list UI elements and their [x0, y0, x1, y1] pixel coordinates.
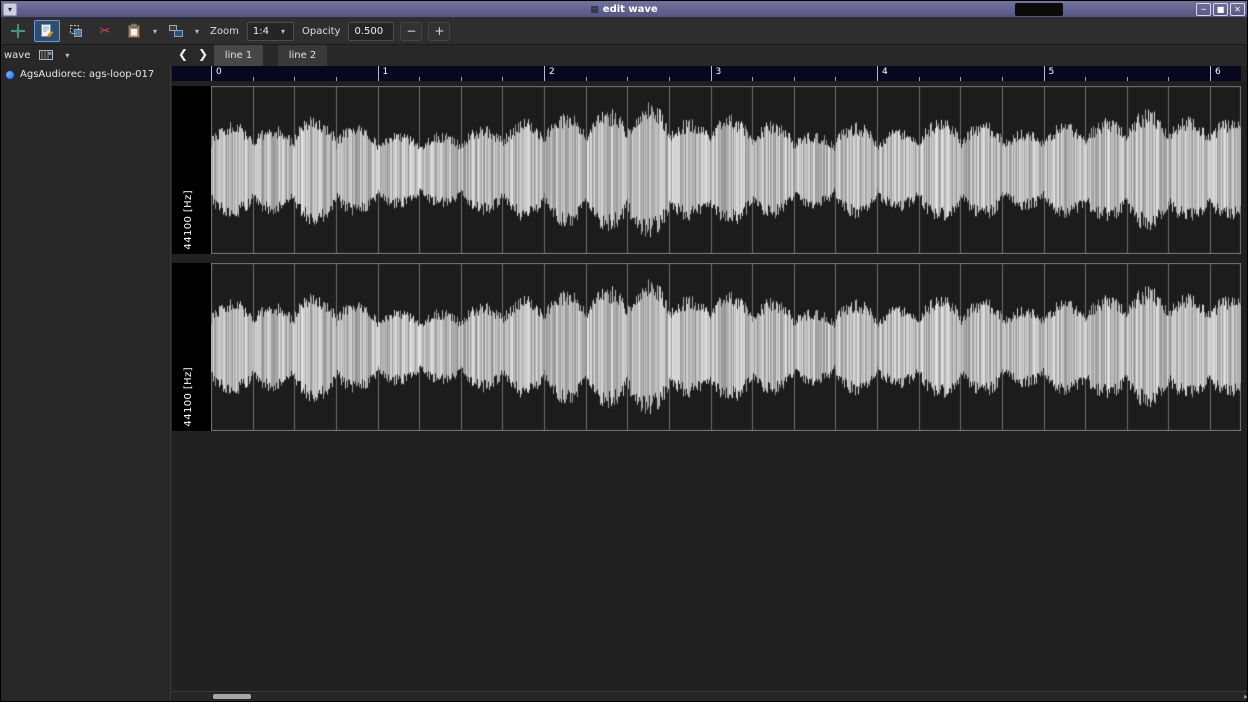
ruler-minor-tick — [502, 77, 503, 81]
ruler-minor-tick — [1085, 77, 1086, 81]
tool-popup-icon — [168, 23, 184, 39]
ruler-minor-tick — [419, 77, 420, 81]
window-title: edit wave — [603, 4, 658, 15]
ruler-minor-tick — [461, 77, 462, 81]
scroll-right-arrow-icon[interactable]: ▸ — [1244, 692, 1248, 701]
ruler-minor-tick — [752, 77, 753, 81]
cut-icon: ✂ — [100, 24, 111, 39]
ruler-minor-tick — [960, 77, 961, 81]
paste-dropdown-icon[interactable]: ▾ — [150, 27, 160, 36]
nav-back-button[interactable]: ❮ — [175, 47, 191, 61]
opacity-value: 0.500 — [354, 26, 383, 37]
ruler-major-tick — [1044, 66, 1045, 81]
ruler-major-tick — [544, 66, 545, 81]
wave-label: wave — [4, 50, 30, 61]
machine-radio-label: AgsAudiorec: ags-loop-017 — [20, 69, 154, 80]
wave-selector-controls: wave ▾ — [4, 47, 72, 63]
minimize-button[interactable]: ─ — [1196, 3, 1211, 16]
scrollbar-thumb[interactable] — [213, 694, 251, 699]
edit-toolbar: ✂ ▾ ▾ Zoom 1:4 ▾ Opacity 0.500 − + — [1, 18, 1247, 45]
ruler-minor-tick — [336, 77, 337, 81]
nav-forward-button[interactable]: ❯ — [195, 47, 211, 61]
opacity-decrement-button[interactable]: − — [400, 22, 422, 41]
ruler-tick-label: 1 — [383, 67, 389, 77]
titlebar-dark-patch — [1015, 3, 1063, 16]
ruler-minor-tick — [919, 77, 920, 81]
window-controls: ─ ■ ✕ — [1196, 3, 1245, 16]
tab-line-2[interactable]: line 2 — [278, 45, 327, 66]
channel-1-label-strip: 44100 [Hz] — [172, 263, 211, 431]
edit-tool-button[interactable] — [34, 20, 60, 42]
ruler-major-tick — [711, 66, 712, 81]
ruler-minor-tick — [794, 77, 795, 81]
select-tool-button[interactable] — [63, 20, 89, 42]
close-button[interactable]: ✕ — [1230, 3, 1245, 16]
ruler-major-tick — [378, 66, 379, 81]
channel-0-label-strip: 44100 [Hz] — [172, 86, 211, 254]
waveform-canvas-1[interactable] — [211, 263, 1241, 431]
machine-selector-icon[interactable] — [38, 47, 54, 63]
position-tool-button[interactable] — [5, 20, 31, 42]
opacity-field[interactable]: 0.500 — [348, 22, 394, 41]
ruler-tick-label: 3 — [716, 67, 722, 77]
waveform-canvas-0[interactable] — [211, 86, 1241, 254]
ruler-minor-tick — [1127, 77, 1128, 81]
zoom-combobox[interactable]: 1:4 ▾ — [247, 22, 294, 41]
machine-sidebar: AgsAudiorec: ags-loop-017 — [1, 66, 171, 701]
timeline-ruler[interactable]: 0 1 2 3 4 5 6 — [172, 66, 1241, 81]
ruler-minor-tick — [669, 77, 670, 81]
ruler-minor-tick — [835, 77, 836, 81]
ruler-tick-label: 5 — [1049, 67, 1055, 77]
ruler-major-tick — [1210, 66, 1211, 81]
position-tool-icon — [10, 23, 26, 39]
select-tool-icon — [68, 23, 84, 39]
zoom-label: Zoom — [210, 26, 239, 37]
ruler-minor-tick — [586, 77, 587, 81]
zoom-value: 1:4 — [253, 26, 269, 37]
titlebar[interactable]: ▾ ▦ edit wave ─ ■ ✕ — [1, 1, 1247, 18]
window-icon: ▦ — [590, 5, 599, 15]
ruler-tick-label: 0 — [216, 67, 222, 77]
cut-button[interactable]: ✂ — [92, 20, 118, 42]
machine-selector-dropdown-icon[interactable]: ▾ — [62, 51, 72, 60]
opacity-label: Opacity — [302, 26, 340, 37]
machine-radio-item[interactable]: AgsAudiorec: ags-loop-017 — [1, 66, 170, 83]
maximize-button[interactable]: ■ — [1213, 3, 1228, 16]
channel-1-samplerate-label: 44100 [Hz] — [183, 367, 194, 427]
opacity-increment-button[interactable]: + — [428, 22, 450, 41]
ruler-major-tick — [877, 66, 878, 81]
radio-selected-icon[interactable] — [5, 70, 15, 80]
paste-button[interactable] — [121, 20, 147, 42]
ruler-major-tick — [211, 66, 212, 81]
ruler-minor-tick — [253, 77, 254, 81]
ruler-tick-label: 6 — [1215, 67, 1221, 77]
paste-icon — [126, 23, 142, 39]
horizontal-scrollbar[interactable]: ▸ — [172, 691, 1248, 701]
edit-wave-window: ▾ ▦ edit wave ─ ■ ✕ — [0, 0, 1248, 702]
ruler-tick-label: 4 — [882, 67, 888, 77]
ruler-scale: 0 1 2 3 4 5 6 — [211, 66, 1241, 81]
ruler-minor-tick — [627, 77, 628, 81]
tab-line-1[interactable]: line 1 — [214, 45, 263, 66]
tool-popup-dropdown-icon[interactable]: ▾ — [192, 27, 202, 36]
tool-popup-button[interactable] — [163, 20, 189, 42]
channel-0-samplerate-label: 44100 [Hz] — [183, 190, 194, 250]
ruler-minor-tick — [1002, 77, 1003, 81]
ruler-minor-tick — [294, 77, 295, 81]
zoom-dropdown-icon: ▾ — [278, 27, 288, 36]
ruler-tick-label: 2 — [549, 67, 555, 77]
ruler-minor-tick — [1168, 77, 1169, 81]
edit-tool-icon — [39, 23, 55, 39]
line-tabs: line 1 line 2 — [214, 45, 327, 66]
